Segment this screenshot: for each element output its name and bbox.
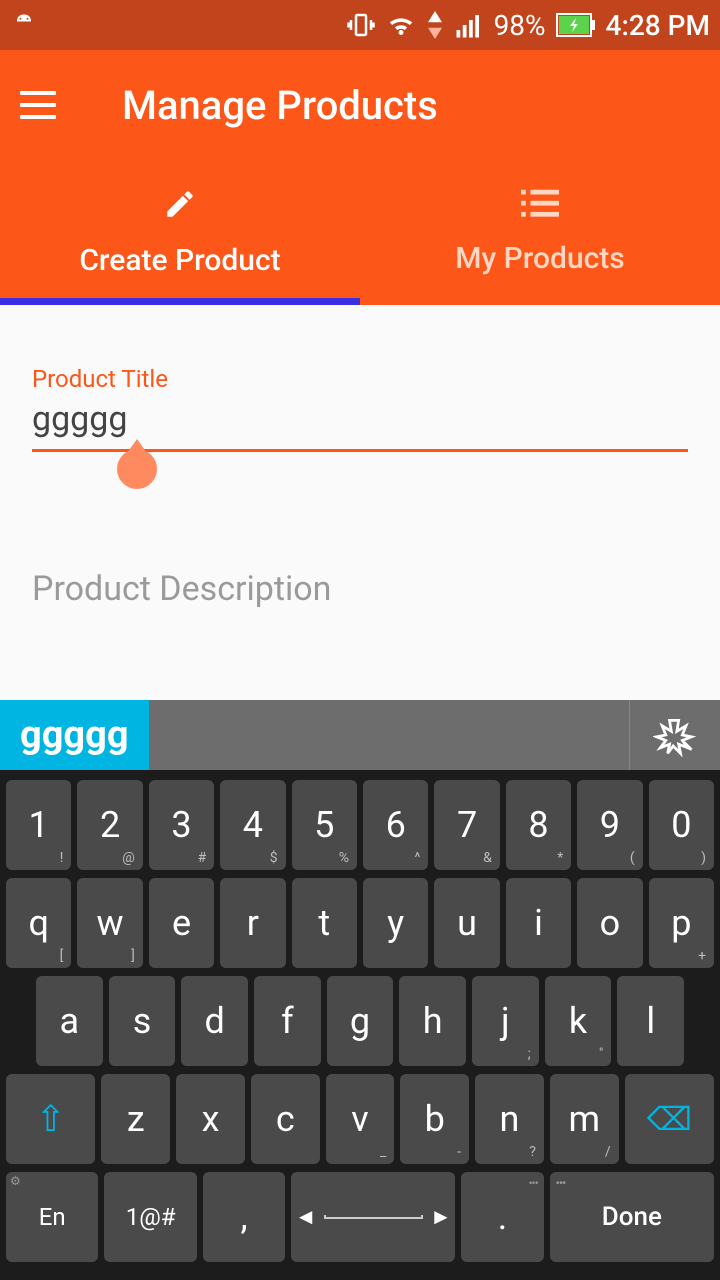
key-cursor-arrows[interactable]: ◄► bbox=[291, 1172, 455, 1262]
pencil-icon bbox=[163, 187, 197, 221]
key-h[interactable]: h bbox=[399, 976, 466, 1066]
tabs: Create Product My Products bbox=[0, 160, 720, 305]
keyboard-settings-icon[interactable] bbox=[630, 700, 720, 770]
key-5[interactable]: 5% bbox=[292, 780, 357, 870]
key-y[interactable]: y bbox=[363, 878, 428, 968]
key-p[interactable]: p+ bbox=[649, 878, 714, 968]
tab-label: Create Product bbox=[79, 243, 280, 278]
key-language[interactable]: ⚙En bbox=[6, 1172, 98, 1262]
key-backspace[interactable]: ⌫ bbox=[625, 1074, 714, 1164]
list-icon bbox=[521, 189, 559, 219]
key-o[interactable]: o bbox=[577, 878, 642, 968]
app-bar: Manage Products Create Product My Produc… bbox=[0, 50, 720, 305]
android-icon bbox=[10, 11, 38, 39]
key-z[interactable]: z bbox=[101, 1074, 170, 1164]
key-0[interactable]: 0) bbox=[649, 780, 714, 870]
key-shift[interactable]: ⇧ bbox=[6, 1074, 95, 1164]
key-j[interactable]: j; bbox=[472, 976, 539, 1066]
key-6[interactable]: 6^ bbox=[363, 780, 428, 870]
key-period[interactable]: •••. bbox=[461, 1172, 543, 1262]
product-description-input[interactable]: Product Description bbox=[32, 569, 688, 609]
key-d[interactable]: d bbox=[181, 976, 248, 1066]
key-1[interactable]: 1! bbox=[6, 780, 71, 870]
key-8[interactable]: 8* bbox=[506, 780, 571, 870]
key-n[interactable]: n? bbox=[475, 1074, 544, 1164]
data-arrows-icon bbox=[426, 11, 444, 39]
tab-my-products[interactable]: My Products bbox=[360, 160, 720, 305]
key-4[interactable]: 4$ bbox=[220, 780, 285, 870]
key-v[interactable]: v_ bbox=[326, 1074, 395, 1164]
key-s[interactable]: s bbox=[109, 976, 176, 1066]
key-q[interactable]: q[ bbox=[6, 878, 71, 968]
key-c[interactable]: c bbox=[251, 1074, 320, 1164]
key-a[interactable]: a bbox=[36, 976, 103, 1066]
key-u[interactable]: u bbox=[434, 878, 499, 968]
key-i[interactable]: i bbox=[506, 878, 571, 968]
soft-keyboard: ggggg 1!2@3#4$5%6^7&8*9(0) q[w]ertyuiop+… bbox=[0, 700, 720, 1280]
form: Product Title Product Description bbox=[0, 305, 720, 609]
key-comma[interactable]: , bbox=[203, 1172, 285, 1262]
key-2[interactable]: 2@ bbox=[77, 780, 142, 870]
key-x[interactable]: x bbox=[176, 1074, 245, 1164]
tab-create-product[interactable]: Create Product bbox=[0, 160, 360, 305]
key-r[interactable]: r bbox=[220, 878, 285, 968]
key-m[interactable]: m/ bbox=[550, 1074, 619, 1164]
key-3[interactable]: 3# bbox=[149, 780, 214, 870]
page-title: Manage Products bbox=[122, 82, 438, 129]
keyboard-suggestion[interactable]: ggggg bbox=[0, 700, 149, 770]
key-t[interactable]: t bbox=[292, 878, 357, 968]
tab-label: My Products bbox=[455, 241, 624, 276]
key-7[interactable]: 7& bbox=[434, 780, 499, 870]
key-g[interactable]: g bbox=[327, 976, 394, 1066]
key-k[interactable]: k" bbox=[545, 976, 612, 1066]
wifi-icon bbox=[386, 10, 416, 40]
menu-icon[interactable] bbox=[20, 91, 56, 119]
key-l[interactable]: l bbox=[617, 976, 684, 1066]
product-title-label: Product Title bbox=[32, 365, 688, 393]
key-w[interactable]: w] bbox=[77, 878, 142, 968]
key-f[interactable]: f bbox=[254, 976, 321, 1066]
vibrate-icon bbox=[346, 10, 376, 40]
status-bar: 98% 4:28 PM bbox=[0, 0, 720, 50]
key-symbols[interactable]: 1@# bbox=[104, 1172, 196, 1262]
key-e[interactable]: e bbox=[149, 878, 214, 968]
battery-percent: 98% bbox=[494, 9, 546, 42]
key-9[interactable]: 9( bbox=[577, 780, 642, 870]
battery-charging-icon bbox=[556, 12, 596, 38]
clock: 4:28 PM bbox=[606, 9, 710, 42]
signal-icon bbox=[454, 10, 484, 40]
key-b[interactable]: b- bbox=[400, 1074, 469, 1164]
key-done[interactable]: •••Done bbox=[550, 1172, 714, 1262]
